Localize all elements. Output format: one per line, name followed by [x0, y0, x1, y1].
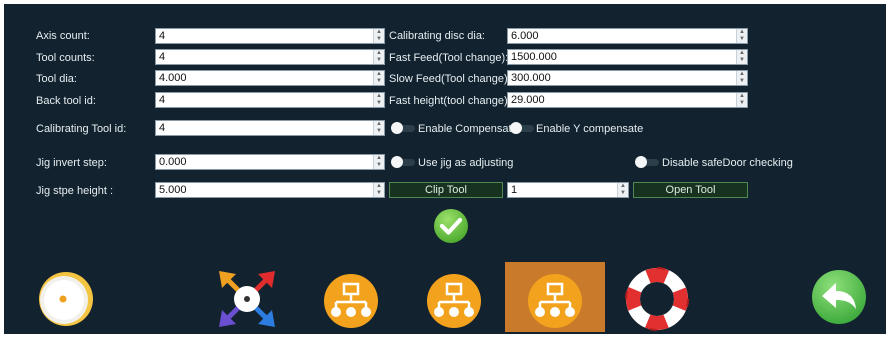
- spin-down-icon[interactable]: ▼: [374, 36, 384, 43]
- network-icon: [324, 274, 378, 328]
- calibrating-disc-dia-spinbox[interactable]: 6.000 ▲ ▼: [507, 28, 748, 44]
- spin-up-icon[interactable]: ▲: [374, 71, 384, 78]
- label-jig-step-height: Jig stpe height :: [36, 185, 114, 197]
- label-calibrating-tool-id: Calibrating Tool id:: [36, 123, 127, 135]
- spin-up-icon[interactable]: ▲: [737, 50, 747, 57]
- spin-down-icon[interactable]: ▼: [374, 100, 384, 107]
- calibrating-tool-id-spinbox[interactable]: 4 ▲ ▼: [155, 120, 385, 136]
- open-tool-button[interactable]: Open Tool: [633, 182, 748, 198]
- use-jig-toggle[interactable]: [391, 156, 415, 168]
- label-fast-height: Fast height(tool change):: [389, 95, 511, 107]
- axis-count-spinbox[interactable]: 4 ▲ ▼: [155, 28, 385, 44]
- toolbar-network-button-2[interactable]: [425, 272, 483, 330]
- gauge-icon: [39, 272, 93, 326]
- spin-arrows[interactable]: ▲ ▼: [736, 71, 747, 85]
- tool-dia-value: 4.000: [159, 72, 187, 84]
- fast-height-value: 29.000: [511, 94, 545, 106]
- tool-number-spinbox[interactable]: 1 ▲ ▼: [507, 182, 629, 198]
- back-arrow-icon: [812, 270, 866, 324]
- confirm-button[interactable]: [433, 208, 469, 244]
- label-axis-count: Axis count:: [36, 30, 90, 42]
- spin-arrows[interactable]: ▲ ▼: [373, 155, 384, 169]
- clip-tool-button[interactable]: Clip Tool: [389, 182, 503, 198]
- label-tool-counts: Tool counts:: [36, 52, 95, 64]
- label-tool-dia: Tool dia:: [36, 73, 77, 85]
- spin-arrows[interactable]: ▲ ▼: [373, 50, 384, 64]
- spin-down-icon[interactable]: ▼: [618, 190, 628, 197]
- toolbar-network-button-1[interactable]: [322, 272, 380, 330]
- spin-up-icon[interactable]: ▲: [737, 71, 747, 78]
- label-jig-invert-step: Jig invert step:: [36, 157, 107, 169]
- spin-arrows[interactable]: ▲ ▼: [736, 50, 747, 64]
- spin-arrows[interactable]: ▲ ▼: [373, 29, 384, 43]
- disable-safedoor-label: Disable safeDoor checking: [662, 157, 793, 169]
- tool-counts-spinbox[interactable]: 4 ▲ ▼: [155, 49, 385, 65]
- spin-up-icon[interactable]: ▲: [737, 29, 747, 36]
- spin-up-icon[interactable]: ▲: [737, 93, 747, 100]
- spin-up-icon[interactable]: ▲: [374, 93, 384, 100]
- fast-feed-value: 1500.000: [511, 51, 557, 63]
- fast-feed-spinbox[interactable]: 1500.000 ▲ ▼: [507, 49, 748, 65]
- enable-compensation-toggle[interactable]: [391, 122, 415, 134]
- spin-down-icon[interactable]: ▼: [737, 57, 747, 64]
- network-icon: [427, 274, 481, 328]
- spin-down-icon[interactable]: ▼: [737, 36, 747, 43]
- spin-arrows[interactable]: ▲ ▼: [736, 29, 747, 43]
- label-calibrating-disc-dia: Calibrating disc dia:: [389, 30, 485, 42]
- toolbar-back-button[interactable]: [810, 268, 868, 326]
- fast-height-spinbox[interactable]: 29.000 ▲ ▼: [507, 92, 748, 108]
- checkmark-icon: [434, 209, 468, 243]
- spin-down-icon[interactable]: ▼: [737, 78, 747, 85]
- spin-arrows[interactable]: ▲ ▼: [373, 71, 384, 85]
- label-fast-feed: Fast Feed(Tool change):: [389, 52, 509, 64]
- lifebuoy-icon: [625, 267, 689, 331]
- use-jig-label: Use jig as adjusting: [418, 157, 514, 169]
- tool-number-value: 1: [511, 184, 518, 196]
- spin-arrows[interactable]: ▲ ▼: [617, 183, 628, 197]
- spin-up-icon[interactable]: ▲: [618, 183, 628, 190]
- spin-up-icon[interactable]: ▲: [374, 121, 384, 128]
- tool-dia-spinbox[interactable]: 4.000 ▲ ▼: [155, 70, 385, 86]
- jig-step-height-spinbox[interactable]: 5.000 ▲ ▼: [155, 182, 385, 198]
- tool-counts-value: 4: [159, 51, 166, 63]
- spin-arrows[interactable]: ▲ ▼: [373, 183, 384, 197]
- label-slow-feed: Slow Feed(Tool change):: [389, 73, 511, 85]
- enable-y-compensate-toggle[interactable]: [510, 122, 534, 134]
- spin-up-icon[interactable]: ▲: [374, 50, 384, 57]
- back-tool-id-value: 4: [159, 94, 166, 106]
- slow-feed-spinbox[interactable]: 300.000 ▲ ▼: [507, 70, 748, 86]
- spin-down-icon[interactable]: ▼: [374, 128, 384, 135]
- disable-safedoor-toggle[interactable]: [635, 156, 659, 168]
- network-icon: [528, 274, 582, 328]
- calibrating-disc-dia-value: 6.000: [511, 30, 539, 42]
- calibrating-tool-id-value: 4: [159, 122, 166, 134]
- toolbar-axes-button[interactable]: [216, 268, 278, 330]
- enable-y-compensate-label: Enable Y compensate: [536, 123, 644, 135]
- toolbar-network-button-3[interactable]: [526, 272, 584, 330]
- spin-up-icon[interactable]: ▲: [374, 29, 384, 36]
- jig-invert-step-value: 0.000: [159, 156, 187, 168]
- spin-down-icon[interactable]: ▼: [737, 100, 747, 107]
- spin-down-icon[interactable]: ▼: [374, 162, 384, 169]
- toolbar-lifebuoy-button[interactable]: [622, 264, 692, 334]
- axis-count-value: 4: [159, 30, 166, 42]
- spin-arrows[interactable]: ▲ ▼: [736, 93, 747, 107]
- label-back-tool-id: Back tool id:: [36, 95, 96, 107]
- spin-down-icon[interactable]: ▼: [374, 57, 384, 64]
- toolbar-gauge-button[interactable]: [37, 270, 95, 328]
- spin-up-icon[interactable]: ▲: [374, 183, 384, 190]
- spin-down-icon[interactable]: ▼: [374, 190, 384, 197]
- slow-feed-value: 300.000: [511, 72, 551, 84]
- jig-step-height-value: 5.000: [159, 184, 187, 196]
- axes-arrows-icon: [219, 271, 275, 327]
- jig-invert-step-spinbox[interactable]: 0.000 ▲ ▼: [155, 154, 385, 170]
- spin-up-icon[interactable]: ▲: [374, 155, 384, 162]
- spin-arrows[interactable]: ▲ ▼: [373, 121, 384, 135]
- spin-arrows[interactable]: ▲ ▼: [373, 93, 384, 107]
- back-tool-id-spinbox[interactable]: 4 ▲ ▼: [155, 92, 385, 108]
- spin-down-icon[interactable]: ▼: [374, 78, 384, 85]
